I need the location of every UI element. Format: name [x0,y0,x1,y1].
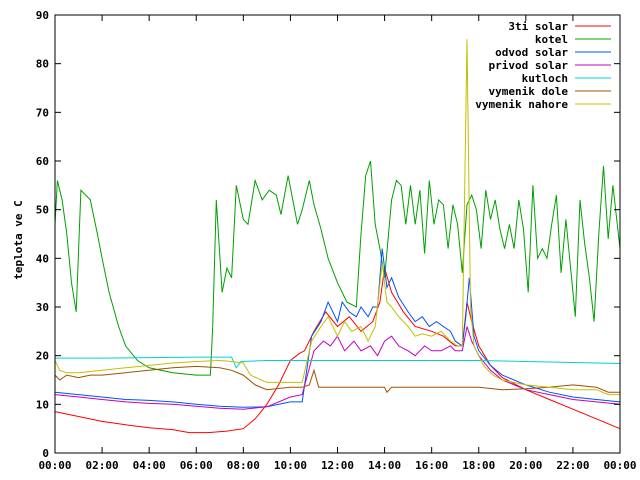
series-line-3ti-solar [54,267,621,434]
x-tick-label: 00:00 [38,459,71,472]
series-line-vymenik-dole [54,365,620,394]
line-chart: 010203040506070809000:00 02:00 04:00 06:00 0… [12,9,637,472]
legend-label: vymenik nahore [475,98,568,111]
x-tick-label: 06:00 [180,459,213,472]
x-tick-label: 20:00 [509,459,542,472]
y-tick-label: 10 [36,398,49,411]
series-line-odvod-solar [54,248,621,408]
x-tick-label: 16:00 [415,459,448,472]
series-line-privod-solar [54,326,621,410]
legend-label: 3ti solar [508,20,568,33]
legend-label: kotel [535,33,568,46]
x-tick-label: 08:00 [227,459,260,472]
x-tick-label: 00:00 [603,459,636,472]
x-tick-label: 18:00 [462,459,495,472]
y-tick-label: 20 [36,350,49,363]
x-tick-label: 10:00 [274,459,307,472]
y-tick-label: 60 [36,155,49,168]
legend-label: vymenik dole [489,85,569,98]
series-line-kotel [54,160,621,376]
y-tick-label: 80 [36,58,49,71]
legend-label: privod solar [489,59,569,72]
y-tick-label: 30 [36,301,49,314]
y-tick-label: 50 [36,204,49,217]
x-tick-label: 04:00 [133,459,166,472]
y-axis-label: teplota ve C [12,200,25,279]
y-tick-label: 90 [36,9,49,22]
x-tick-label: 14:00 [368,459,401,472]
legend-label: kutloch [522,72,568,85]
x-tick-label: 12:00 [321,459,354,472]
x-tick-label: 02:00 [86,459,119,472]
y-tick-label: 70 [36,106,49,119]
y-tick-label: 40 [36,252,49,265]
legend-label: odvod solar [495,46,568,59]
x-tick-label: 22:00 [556,459,589,472]
legend: 3ti solarkotelodvod solarprivod solarkut… [475,20,611,111]
